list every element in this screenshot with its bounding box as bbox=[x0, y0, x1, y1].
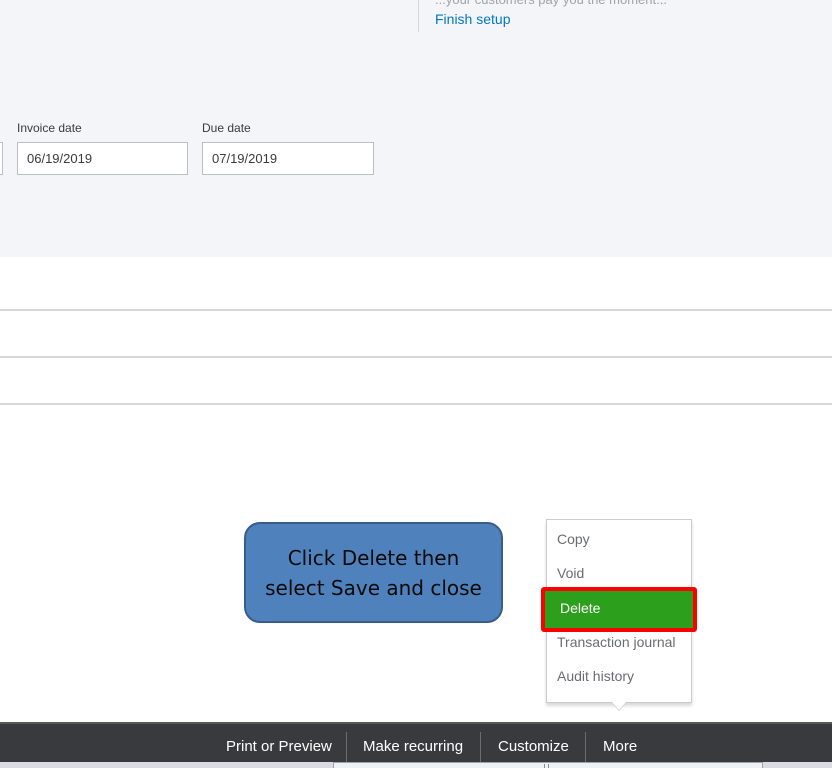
menu-item-transaction-journal[interactable]: Transaction journal bbox=[557, 634, 676, 650]
line-item-divider bbox=[0, 356, 832, 358]
more-button[interactable]: More bbox=[603, 724, 637, 764]
menu-item-delete[interactable]: Delete bbox=[541, 587, 697, 632]
due-date-label: Due date bbox=[202, 121, 251, 135]
footer-separator bbox=[346, 732, 347, 764]
grip-icon bbox=[544, 764, 549, 768]
invoice-screen: ...your customers pay you the moment... … bbox=[0, 0, 832, 768]
customer-email-field-edge[interactable] bbox=[0, 142, 3, 175]
footer-separator bbox=[585, 732, 586, 764]
instruction-callout: Click Delete then select Save and close bbox=[244, 522, 503, 623]
callout-line-2: select Save and close bbox=[265, 575, 482, 600]
finish-setup-link[interactable]: Finish setup bbox=[435, 11, 510, 27]
callout-line-1: Click Delete then bbox=[287, 545, 460, 570]
menu-item-copy[interactable]: Copy bbox=[557, 531, 590, 547]
menu-pointer-arrow bbox=[612, 702, 626, 710]
setup-description: ...your customers pay you the moment... bbox=[435, 0, 667, 7]
make-recurring-button[interactable]: Make recurring bbox=[363, 724, 463, 764]
line-item-divider bbox=[0, 309, 832, 311]
menu-item-audit-history[interactable]: Audit history bbox=[557, 668, 634, 684]
setup-divider bbox=[418, 0, 419, 32]
footer-toolbar: Print or Preview Make recurring Customiz… bbox=[0, 722, 832, 764]
menu-item-void[interactable]: Void bbox=[557, 565, 584, 581]
line-item-divider bbox=[0, 403, 832, 405]
invoice-date-input[interactable] bbox=[17, 142, 188, 175]
customize-button[interactable]: Customize bbox=[498, 724, 569, 764]
invoice-date-label: Invoice date bbox=[17, 121, 82, 135]
resize-handle-tab[interactable] bbox=[333, 762, 763, 768]
print-or-preview-button[interactable]: Print or Preview bbox=[226, 724, 332, 764]
footer-separator bbox=[480, 732, 481, 764]
due-date-input[interactable] bbox=[202, 142, 374, 175]
menu-item-delete-label[interactable]: Delete bbox=[560, 600, 600, 616]
invoice-header-panel: ...your customers pay you the moment... … bbox=[0, 0, 832, 257]
